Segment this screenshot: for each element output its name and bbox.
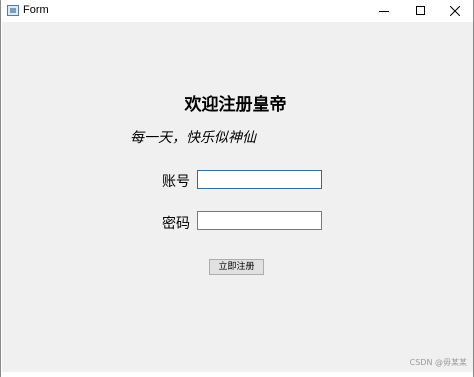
title-bar[interactable]: Form: [1, 0, 473, 22]
subtitle-text: 每一天，快乐似神仙: [130, 130, 256, 146]
maximize-button[interactable]: [403, 0, 439, 22]
maximize-icon: [416, 6, 425, 15]
register-button[interactable]: 立即注册: [209, 259, 264, 275]
app-icon: [7, 5, 19, 16]
minimize-button[interactable]: [366, 0, 402, 22]
window-bottom-edge: [1, 372, 473, 377]
form-client-area: 欢迎注册皇帝 每一天，快乐似神仙 账号 密码 立即注册 CSDN @毋某某: [2, 22, 473, 372]
account-input[interactable]: [197, 170, 322, 189]
window-title: Form: [23, 4, 49, 16]
watermark-text: CSDN @毋某某: [409, 358, 467, 367]
page-title: 欢迎注册皇帝: [184, 95, 287, 115]
close-icon: [450, 6, 460, 16]
account-label: 账号: [162, 174, 190, 190]
close-button[interactable]: [437, 0, 473, 22]
password-label: 密码: [162, 216, 190, 232]
password-input[interactable]: [197, 211, 322, 230]
minimize-icon: [379, 11, 389, 12]
app-window: Form 欢迎注册皇帝 每一天，快乐似神仙 账号 密码 立即注册 CSDN @毋…: [0, 0, 474, 377]
